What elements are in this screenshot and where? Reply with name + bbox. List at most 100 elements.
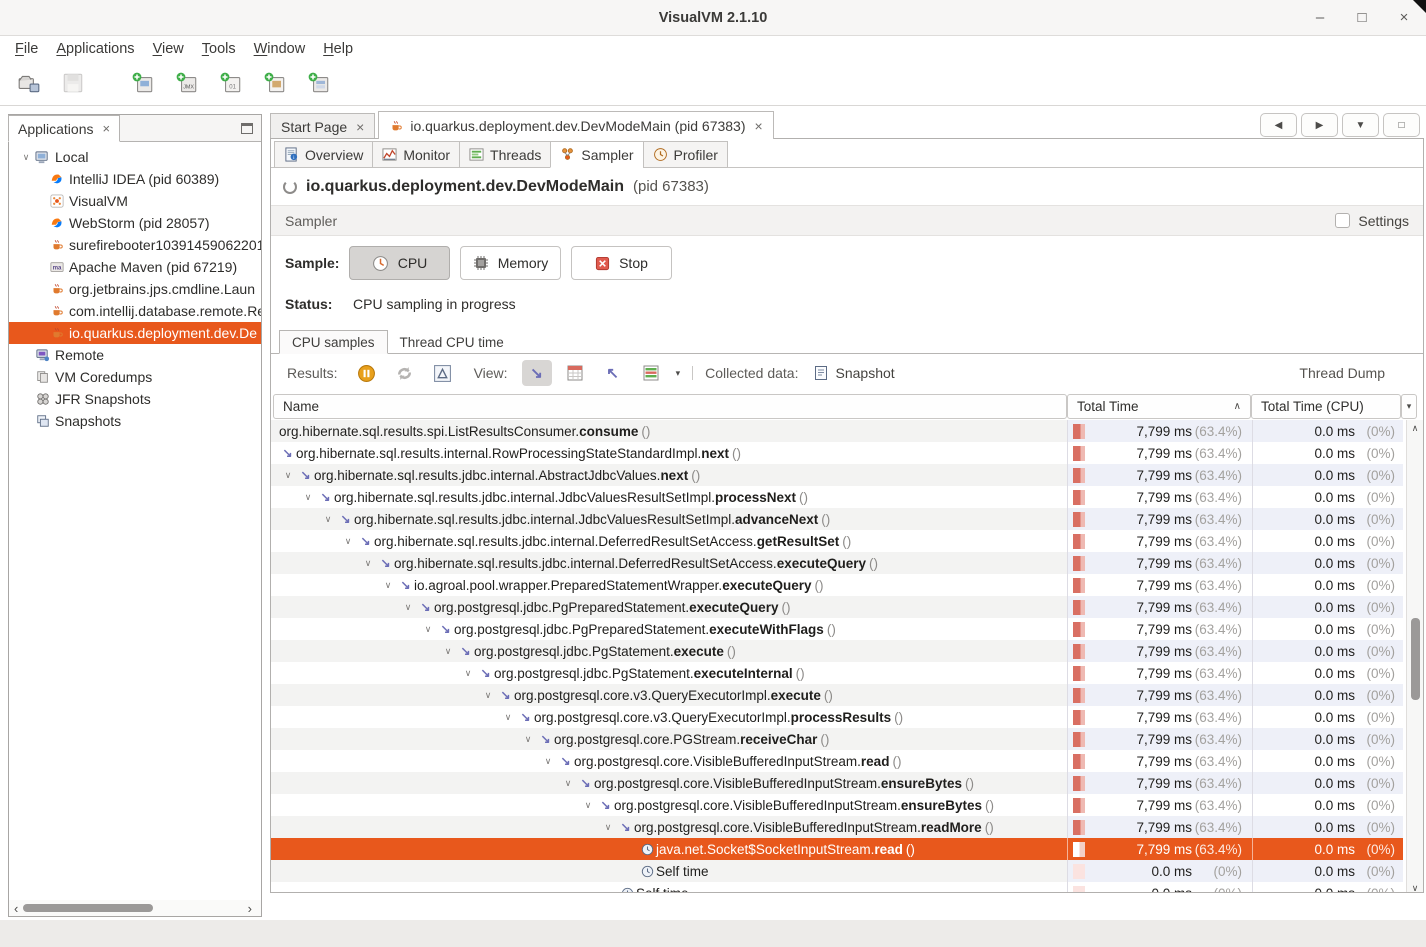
- maximize-button[interactable]: □: [1354, 9, 1370, 26]
- sidebar-horizontal-scrollbar[interactable]: ‹ ›: [9, 900, 261, 916]
- sidebar-item-remote[interactable]: Remote: [9, 344, 261, 366]
- row-name-cell[interactable]: Self time: [271, 882, 1067, 893]
- tab-applications[interactable]: Applications ×: [8, 115, 120, 142]
- table-row[interactable]: ∨ ↘ org.hibernate.sql.results.jdbc.inter…: [271, 552, 1403, 574]
- row-name-cell[interactable]: ↘ org.hibernate.sql.results.internal.Row…: [271, 442, 1067, 464]
- menu-window[interactable]: Window: [245, 39, 315, 59]
- expander-chevron-icon[interactable]: ∨: [399, 602, 417, 613]
- tab-monitor[interactable]: Monitor: [372, 141, 460, 168]
- minimize-button[interactable]: –: [1312, 9, 1328, 26]
- close-tab-icon[interactable]: ×: [356, 119, 364, 135]
- tab-overview[interactable]: iOverview: [274, 141, 373, 168]
- save-snapshot-icon[interactable]: [60, 70, 86, 96]
- take-thread-dump-icon[interactable]: 01: [218, 70, 244, 96]
- expander-chevron-icon[interactable]: ∨: [459, 668, 477, 679]
- combined-view-button[interactable]: [636, 360, 666, 386]
- expander-chevron-icon[interactable]: ∨: [339, 536, 357, 547]
- hotspots-table-view-button[interactable]: [560, 360, 590, 386]
- reverse-calls-view-button[interactable]: ↖: [598, 360, 628, 386]
- snapshot-button[interactable]: Snapshot: [813, 365, 895, 381]
- doc-tab-start-page[interactable]: Start Page×: [270, 113, 375, 139]
- table-row[interactable]: ∨ ↘ org.hibernate.sql.results.jdbc.inter…: [271, 464, 1403, 486]
- expander-chevron-icon[interactable]: ∨: [599, 822, 617, 833]
- table-row[interactable]: ∨ ↘ org.postgresql.jdbc.PgStatement.exec…: [271, 640, 1403, 662]
- row-name-cell[interactable]: ∨ ↘ org.postgresql.core.VisibleBufferedI…: [271, 772, 1067, 794]
- take-heap-dump-icon[interactable]: [262, 70, 288, 96]
- tab-sampler[interactable]: Sampler: [550, 141, 643, 168]
- close-tab-icon[interactable]: ×: [755, 118, 763, 134]
- column-chooser-button[interactable]: ▾: [1401, 394, 1417, 419]
- dropdown-arrow-icon[interactable]: ▾: [676, 368, 681, 379]
- expander-chevron-icon[interactable]: ∨: [439, 646, 457, 657]
- row-name-cell[interactable]: ∨ ↘ org.postgresql.core.PGStream.receive…: [271, 728, 1067, 750]
- take-snapshot-icon[interactable]: [306, 70, 332, 96]
- table-row[interactable]: ∨ ↘ org.postgresql.core.v3.QueryExecutor…: [271, 706, 1403, 728]
- pause-results-button[interactable]: [352, 360, 382, 386]
- table-row[interactable]: org.hibernate.sql.results.spi.ListResult…: [271, 420, 1403, 442]
- scroll-tabs-left-button[interactable]: ◀: [1260, 113, 1297, 137]
- menu-file[interactable]: File: [6, 39, 47, 59]
- row-name-cell[interactable]: ∨ ↘ org.hibernate.sql.results.jdbc.inter…: [271, 464, 1067, 486]
- table-row[interactable]: ∨ ↘ org.postgresql.core.VisibleBufferedI…: [271, 794, 1403, 816]
- sidebar-item-apache-maven-pid-67219[interactable]: maApache Maven (pid 67219): [9, 256, 261, 278]
- row-name-cell[interactable]: ∨ ↘ org.hibernate.sql.results.jdbc.inter…: [271, 552, 1067, 574]
- table-row-selected[interactable]: java.net.Socket$SocketInputStream.read (…: [271, 838, 1403, 860]
- sidebar-item-org-jetbrains-jps-cmdline-laun[interactable]: org.jetbrains.jps.cmdline.Laun: [9, 278, 261, 300]
- scroll-up-icon[interactable]: ∧: [1407, 420, 1423, 436]
- delta-results-button[interactable]: [428, 360, 458, 386]
- sidebar-item-intellij-idea-pid-60389[interactable]: IntelliJ IDEA (pid 60389): [9, 168, 261, 190]
- settings-toggle[interactable]: Settings: [1335, 213, 1409, 229]
- table-row[interactable]: ∨ ↘ org.postgresql.core.VisibleBufferedI…: [271, 772, 1403, 794]
- expander-chevron-icon[interactable]: ∨: [299, 492, 317, 503]
- table-row[interactable]: Self time 0.0 ms (0%) 0.0 ms (0%): [271, 860, 1403, 882]
- expander-chevron-icon[interactable]: ∨: [279, 470, 297, 481]
- row-name-cell[interactable]: ∨ ↘ org.postgresql.jdbc.PgStatement.exec…: [271, 640, 1067, 662]
- expander-chevron-icon[interactable]: ∨: [19, 152, 33, 163]
- tab-profiler[interactable]: Profiler: [643, 141, 728, 168]
- row-name-cell[interactable]: ∨ ↘ io.agroal.pool.wrapper.PreparedState…: [271, 574, 1067, 596]
- table-row[interactable]: ∨ ↘ org.hibernate.sql.results.jdbc.inter…: [271, 530, 1403, 552]
- scrollbar-thumb[interactable]: [1411, 618, 1420, 700]
- sidebar-item-visualvm[interactable]: VisualVM: [9, 190, 261, 212]
- row-name-cell[interactable]: ∨ ↘ org.hibernate.sql.results.jdbc.inter…: [271, 486, 1067, 508]
- expander-chevron-icon[interactable]: ∨: [419, 624, 437, 635]
- row-name-cell[interactable]: ∨ ↘ org.postgresql.core.v3.QueryExecutor…: [271, 706, 1067, 728]
- scroll-left-icon[interactable]: ‹: [9, 902, 23, 915]
- add-jmx-connection-icon[interactable]: JMX: [174, 70, 200, 96]
- close-button[interactable]: ×: [1396, 9, 1412, 26]
- expander-chevron-icon[interactable]: ∨: [359, 558, 377, 569]
- expander-chevron-icon[interactable]: ∨: [559, 778, 577, 789]
- cpu-sample-button[interactable]: CPU: [349, 246, 450, 280]
- tab-list-button[interactable]: ▼: [1342, 113, 1379, 137]
- table-row[interactable]: ∨ ↘ org.postgresql.jdbc.PgPreparedStatem…: [271, 596, 1403, 618]
- table-row[interactable]: ∨ ↘ org.postgresql.core.VisibleBufferedI…: [271, 816, 1403, 838]
- table-row[interactable]: ∨ ↘ org.postgresql.jdbc.PgStatement.exec…: [271, 662, 1403, 684]
- sidebar-item-com-intellij-database-remote-re[interactable]: com.intellij.database.remote.Re: [9, 300, 261, 322]
- menu-help[interactable]: Help: [314, 39, 362, 59]
- sidebar-item-vm-coredumps[interactable]: VM Coredumps: [9, 366, 261, 388]
- scroll-right-icon[interactable]: ›: [243, 902, 257, 915]
- settings-checkbox[interactable]: [1335, 213, 1350, 228]
- tab-cpu-samples[interactable]: CPU samples: [279, 330, 388, 354]
- add-application-icon[interactable]: [130, 70, 156, 96]
- row-name-cell[interactable]: ∨ ↘ org.postgresql.jdbc.PgPreparedStatem…: [271, 596, 1067, 618]
- tab-threads[interactable]: Threads: [459, 141, 551, 168]
- scroll-tabs-right-button[interactable]: ▶: [1301, 113, 1338, 137]
- column-header-total-time[interactable]: Total Time∧: [1067, 394, 1251, 419]
- expander-chevron-icon[interactable]: ∨: [479, 690, 497, 701]
- expander-chevron-icon[interactable]: ∨: [319, 514, 337, 525]
- table-row[interactable]: ∨ ↘ org.postgresql.core.v3.QueryExecutor…: [271, 684, 1403, 706]
- thread-dump-button[interactable]: Thread Dump: [1299, 365, 1407, 381]
- doc-tab-io-quarkus-deployment-dev-devmod[interactable]: io.quarkus.deployment.dev.DevModeMain (p…: [378, 111, 773, 139]
- minimize-sidebar-icon[interactable]: [241, 123, 253, 134]
- row-name-cell[interactable]: ∨ ↘ org.postgresql.core.VisibleBufferedI…: [271, 794, 1067, 816]
- tab-thread-cpu-time[interactable]: Thread CPU time: [388, 330, 516, 354]
- maximize-view-button[interactable]: □: [1383, 113, 1420, 137]
- menu-tools[interactable]: Tools: [193, 39, 245, 59]
- table-row[interactable]: ↘ org.hibernate.sql.results.internal.Row…: [271, 442, 1403, 464]
- scrollbar-thumb[interactable]: [23, 904, 153, 912]
- sidebar-item-local[interactable]: ∨Local: [9, 146, 261, 168]
- close-sidebar-tab-icon[interactable]: ×: [103, 121, 111, 136]
- row-name-cell[interactable]: org.hibernate.sql.results.spi.ListResult…: [271, 420, 1067, 442]
- stop-sample-button[interactable]: Stop: [571, 246, 672, 280]
